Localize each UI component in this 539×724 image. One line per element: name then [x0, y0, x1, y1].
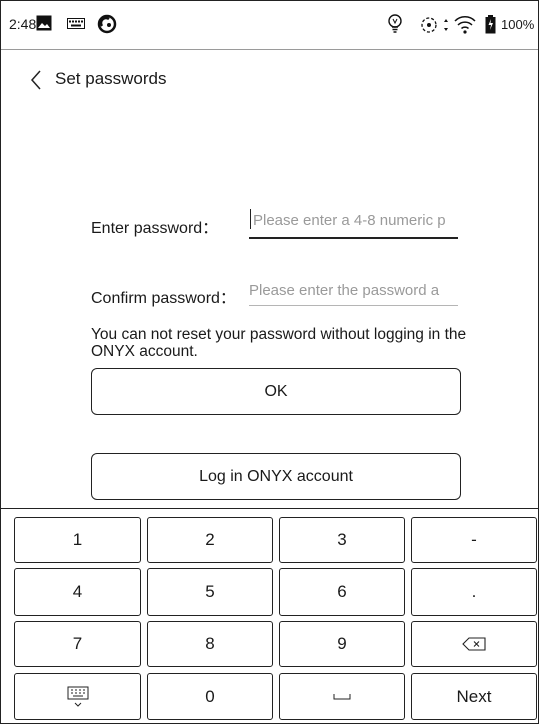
key-1[interactable]: 1: [14, 517, 141, 563]
login-button-label: Log in ONYX account: [199, 467, 353, 485]
next-key-label: Next: [456, 686, 492, 706]
key-5[interactable]: 5: [147, 568, 273, 616]
backspace-icon: [462, 637, 486, 651]
page-title: Set passwords: [55, 69, 167, 88]
login-onyx-button[interactable]: Log in ONYX account: [91, 453, 461, 500]
key-7[interactable]: 7: [14, 621, 141, 667]
key-label: 3: [337, 530, 347, 549]
wifi-icon: [454, 16, 476, 34]
confirm-input-underline: [249, 305, 458, 306]
key-minus[interactable]: -: [411, 517, 537, 563]
screen: 2:48 100% Set passwords Enter password： …: [0, 0, 539, 724]
key-8[interactable]: 8: [147, 621, 273, 667]
keyboard-hide-icon: [67, 686, 88, 707]
light-bulb-icon: [388, 14, 402, 33]
next-key[interactable]: Next: [411, 673, 537, 720]
status-time: 2:48: [9, 16, 37, 32]
confirm-password-label: Confirm password：: [91, 290, 236, 307]
key-0[interactable]: 0: [147, 673, 273, 720]
key-9[interactable]: 9: [279, 621, 405, 667]
numeric-keyboard: 1 2 3 - 4 5 6 . 7 8 9 0 Next: [1, 508, 538, 723]
key-label: 7: [72, 634, 83, 653]
space-icon: [333, 693, 351, 699]
key-label: 9: [337, 634, 347, 653]
key-2[interactable]: 2: [147, 517, 273, 563]
key-label: 1: [72, 530, 83, 549]
rotate-icon: [421, 17, 437, 33]
key-label: 4: [72, 582, 83, 601]
key-label: -: [471, 530, 477, 549]
ok-button-label: OK: [264, 382, 288, 400]
backspace-key[interactable]: [411, 621, 537, 667]
data-arrows-icon: [444, 19, 448, 31]
battery-percent: 100%: [501, 17, 535, 32]
battery-icon: [485, 15, 496, 34]
confirm-password-input[interactable]: Please enter the password a: [249, 282, 458, 299]
key-6[interactable]: 6: [279, 568, 405, 616]
hide-keyboard-key[interactable]: [14, 673, 141, 720]
ok-button[interactable]: OK: [91, 368, 461, 415]
back-chevron-icon[interactable]: [29, 69, 43, 91]
key-label: 5: [205, 582, 215, 601]
space-key[interactable]: [279, 673, 405, 720]
status-bar: 2:48 100%: [1, 1, 538, 50]
key-dot[interactable]: .: [411, 568, 537, 616]
image-icon: [36, 15, 52, 31]
key-label: .: [471, 582, 477, 601]
password-input-underline: [249, 237, 458, 239]
key-4[interactable]: 4: [14, 568, 141, 616]
key-label: 6: [337, 582, 347, 601]
keyboard-status-icon: [67, 18, 85, 29]
key-label: 0: [205, 686, 215, 706]
password-label: Enter password：: [91, 220, 219, 237]
key-3[interactable]: 3: [279, 517, 405, 563]
key-label: 2: [205, 530, 215, 549]
key-label: 8: [205, 634, 215, 653]
text-cursor: [250, 209, 251, 229]
sync-status-icon: [97, 14, 117, 34]
reset-warning-text: You can not reset your password without …: [91, 326, 467, 360]
password-input[interactable]: Please enter a 4-8 numeric p: [253, 212, 458, 229]
